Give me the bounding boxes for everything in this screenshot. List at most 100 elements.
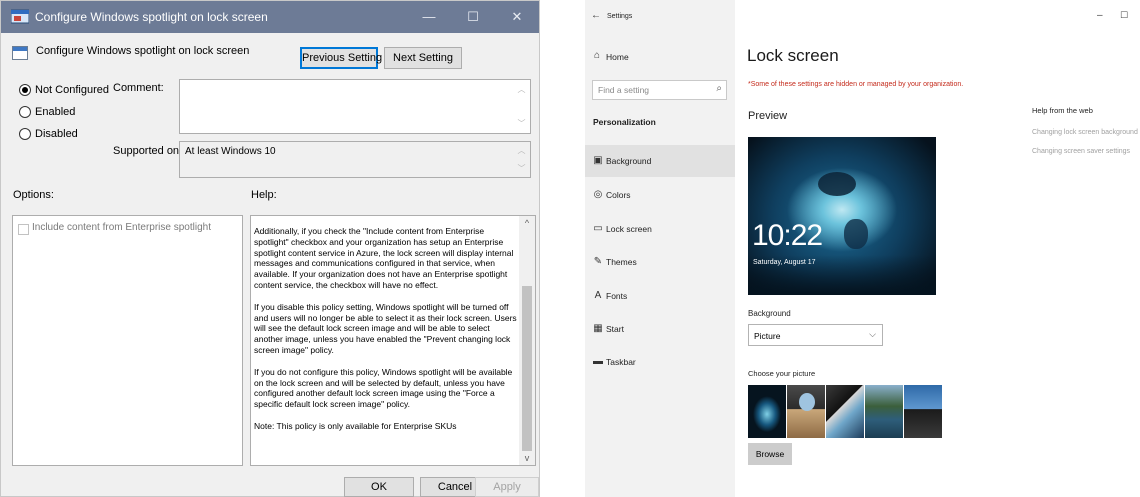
nav-themes[interactable]: ✎ Themes	[585, 246, 735, 278]
nav-label: Start	[606, 324, 624, 334]
help-text: Additionally, if you check the "Include …	[254, 226, 517, 443]
nav-label: Taskbar	[606, 357, 636, 367]
picture-thumbnail[interactable]	[904, 385, 942, 438]
palette-icon: ◎	[593, 189, 603, 200]
radio-dot	[19, 128, 31, 140]
ok-button[interactable]: OK	[344, 477, 414, 497]
nav-start[interactable]: ▦ Start	[585, 313, 735, 345]
fonts-icon: A	[594, 290, 602, 301]
nav-taskbar[interactable]: ▬ Taskbar	[585, 346, 735, 378]
policy-title: Configure Windows spotlight on lock scre…	[36, 45, 250, 57]
help-link-screen-saver[interactable]: Changing screen saver settings	[1032, 148, 1130, 155]
lock-date: Saturday, August 17	[753, 259, 816, 266]
scroll-down-icon[interactable]: v	[519, 453, 535, 463]
nav-background[interactable]: ▣ Background	[585, 145, 735, 177]
supported-on-field: At least Windows 10 ︿ ﹀	[179, 141, 531, 178]
minimize-button[interactable]: —	[407, 1, 451, 33]
home-icon: ⌂	[593, 50, 601, 61]
enterprise-spotlight-checkbox[interactable]	[18, 224, 29, 235]
back-arrow-icon[interactable]: ←	[589, 10, 603, 21]
themes-icon: ✎	[593, 256, 603, 267]
scroll-down-icon[interactable]: ﹀	[513, 163, 530, 174]
cave-rock	[818, 172, 856, 196]
lock-screen-icon: ▭	[593, 223, 603, 234]
apply-button[interactable]: Apply	[475, 477, 539, 497]
nav-colors[interactable]: ◎ Colors	[585, 179, 735, 211]
cave-rock	[844, 219, 868, 249]
home-link[interactable]: Home	[606, 52, 629, 62]
radio-label: Not Configured	[35, 84, 109, 96]
nav-label: Colors	[606, 190, 631, 200]
comment-label: Comment:	[113, 82, 164, 94]
nav-label: Lock screen	[606, 224, 652, 234]
scroll-down-icon[interactable]: ﹀	[513, 118, 530, 129]
picture-thumbnail[interactable]	[787, 385, 825, 438]
scroll-up-icon[interactable]: ^	[519, 218, 535, 228]
radio-label: Enabled	[35, 106, 76, 118]
arch-opening	[799, 393, 815, 411]
help-link-lock-screen-background[interactable]: Changing lock screen background	[1032, 129, 1138, 136]
scroll-thumb[interactable]	[522, 286, 532, 451]
nav-label: Background	[606, 156, 652, 166]
picture-thumbnail[interactable]	[865, 385, 903, 438]
minimize-button[interactable]: –	[1097, 10, 1103, 21]
options-label: Options:	[13, 189, 54, 201]
picture-thumbnail[interactable]	[748, 385, 786, 438]
preview-label: Preview	[748, 110, 788, 122]
maximize-button[interactable]: ☐	[1120, 10, 1128, 21]
scroll-up-icon[interactable]: ︿	[513, 145, 530, 156]
comment-textarea[interactable]: ︿ ﹀	[179, 79, 531, 134]
picture-thumbnail[interactable]	[826, 385, 864, 438]
lock-time: 10:22	[752, 219, 823, 252]
help-paragraph: If you do not configure this policy, Win…	[254, 366, 513, 410]
supported-on-value: At least Windows 10	[185, 146, 276, 157]
maximize-button[interactable]: ☐	[451, 1, 495, 33]
group-policy-dialog: Configure Windows spotlight on lock scre…	[0, 0, 540, 497]
nav-lock-screen[interactable]: ▭ Lock screen	[585, 213, 735, 245]
settings-window: ← Settings ⌂ Home Find a setting ⌕ Perso…	[585, 0, 1140, 497]
section-personalization: Personalization	[593, 117, 656, 127]
settings-sidebar: ← Settings ⌂ Home Find a setting ⌕ Perso…	[585, 0, 735, 497]
nav-fonts[interactable]: A Fonts	[585, 280, 735, 312]
choose-picture-label: Choose your picture	[748, 369, 816, 378]
help-label: Help:	[251, 189, 277, 201]
settings-window-title: Settings	[607, 13, 633, 20]
nav-label: Themes	[606, 257, 637, 267]
background-dropdown[interactable]: Picture ⌵	[748, 324, 883, 346]
taskbar-icon: ▬	[593, 356, 603, 367]
radio-dot	[19, 106, 31, 118]
radio-label: Disabled	[35, 128, 78, 140]
radio-dot	[19, 84, 31, 96]
help-paragraph: Note: This policy is only available for …	[254, 420, 457, 431]
managed-notice: *Some of these settings are hidden or ma…	[748, 81, 964, 88]
lock-screen-preview: 10:22 Saturday, August 17	[748, 137, 936, 295]
browse-button[interactable]: Browse	[748, 443, 792, 465]
start-icon: ▦	[593, 323, 603, 334]
dialog-titlebar[interactable]: Configure Windows spotlight on lock scre…	[1, 1, 539, 33]
close-button[interactable]: ✕	[495, 1, 539, 33]
comment-scrollbar[interactable]: ︿ ﹀	[513, 80, 530, 133]
scroll-up-icon[interactable]: ︿	[513, 84, 530, 95]
nav-label: Fonts	[606, 291, 628, 301]
enterprise-spotlight-label: Include content from Enterprise spotligh…	[32, 222, 211, 233]
page-title: Lock screen	[747, 46, 839, 65]
chevron-down-icon: ⌵	[869, 329, 876, 339]
previous-setting-button[interactable]: Previous Setting	[300, 47, 382, 69]
find-setting-search[interactable]: Find a setting ⌕	[592, 80, 727, 100]
policy-setting-icon	[12, 46, 28, 60]
picture-icon: ▣	[593, 155, 603, 166]
policy-app-icon	[11, 9, 29, 24]
next-setting-button[interactable]: Next Setting	[384, 47, 462, 69]
help-paragraph: If you disable this policy setting, Wind…	[254, 301, 517, 355]
help-heading: Help from the web	[1032, 106, 1093, 115]
search-placeholder: Find a setting	[598, 85, 650, 95]
options-panel: Include content from Enterprise spotligh…	[12, 215, 243, 466]
supported-on-label: Supported on:	[113, 145, 183, 157]
supported-scrollbar[interactable]: ︿ ﹀	[513, 142, 530, 177]
help-panel: Additionally, if you check the "Include …	[250, 215, 536, 466]
background-label: Background	[748, 309, 791, 318]
dialog-title: Configure Windows spotlight on lock scre…	[35, 10, 268, 24]
help-scrollbar[interactable]: ^ v	[519, 216, 535, 465]
help-paragraph: Additionally, if you check the "Include …	[254, 226, 514, 290]
search-icon[interactable]: ⌕	[716, 83, 722, 94]
